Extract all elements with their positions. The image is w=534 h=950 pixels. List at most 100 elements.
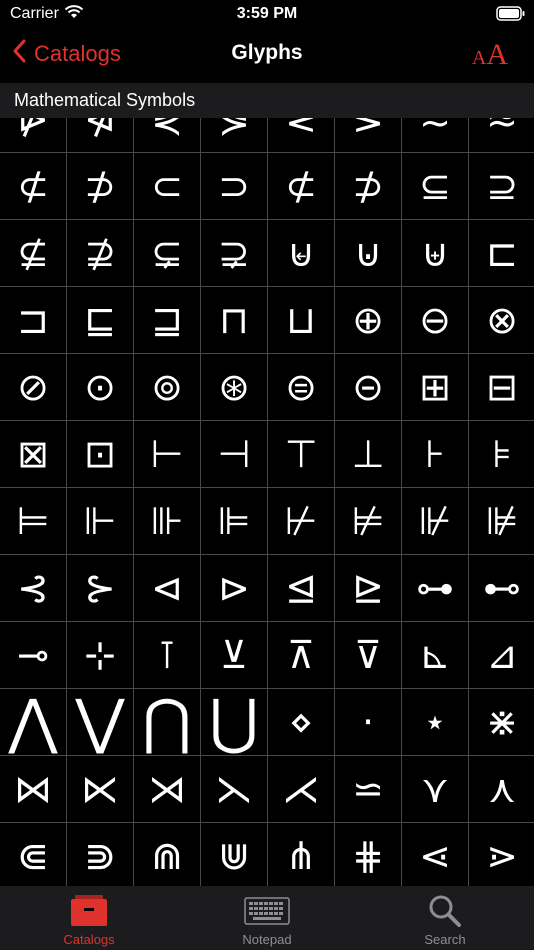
glyph-cell[interactable]: ⊣ — [201, 421, 267, 487]
glyph-cell[interactable]: ⋀ — [0, 689, 66, 755]
glyph-cell[interactable]: ⊪ — [134, 488, 200, 554]
glyph-cell[interactable]: ⊈ — [0, 220, 66, 286]
glyph-cell[interactable]: ⊐ — [0, 287, 66, 353]
font-size-button[interactable]: AA — [472, 38, 508, 72]
glyph-cell[interactable]: ⋕ — [335, 823, 401, 886]
glyph-cell[interactable]: ⊤ — [268, 421, 334, 487]
glyph-cell[interactable]: ⊞ — [402, 354, 468, 420]
glyph-cell[interactable]: ⊼ — [268, 622, 334, 688]
glyph-cell[interactable]: ⊢ — [134, 421, 200, 487]
glyph-cell[interactable]: ⊇ — [469, 153, 534, 219]
glyph-cell[interactable]: ⊺ — [134, 622, 200, 688]
glyph-cell[interactable]: ⊻ — [201, 622, 267, 688]
tab-search[interactable]: Search — [356, 886, 534, 950]
glyph-cell[interactable]: ⊫ — [201, 488, 267, 554]
glyph-cell[interactable]: ⊧ — [469, 421, 534, 487]
glyph-cell[interactable]: ⊋ — [201, 220, 267, 286]
glyph-cell[interactable]: ⋍ — [335, 756, 401, 822]
glyph-cell[interactable]: ⊬ — [268, 488, 334, 554]
glyph-cell[interactable]: ⊷ — [469, 555, 534, 621]
glyph-cell[interactable]: ⊹ — [67, 622, 133, 688]
glyph-cell[interactable]: ⋖ — [402, 823, 468, 886]
glyph-cell[interactable]: ⊉ — [67, 220, 133, 286]
glyph-cell[interactable]: ⊮ — [402, 488, 468, 554]
glyph-cell[interactable]: ⊊ — [134, 220, 200, 286]
glyph-cell[interactable]: ⊅ — [335, 153, 401, 219]
glyph-cell[interactable]: ⊥ — [335, 421, 401, 487]
glyph-cell[interactable]: ⊡ — [67, 421, 133, 487]
glyph-cell[interactable]: ⋆ — [402, 689, 468, 755]
glyph-cell[interactable]: ⋞ — [134, 118, 200, 152]
glyph-cell[interactable]: ⋓ — [201, 823, 267, 886]
glyph-cell[interactable]: ⊑ — [67, 287, 133, 353]
glyph-cell[interactable]: ⊘ — [0, 354, 66, 420]
glyph-cell[interactable]: ⊵ — [335, 555, 401, 621]
tab-catalogs[interactable]: Catalogs — [0, 886, 178, 950]
glyph-cell[interactable]: ⊌ — [268, 220, 334, 286]
glyph-grid-viewport[interactable]: ⋫ ⋪ ⋞ ⋟ ⋜ ⋝ ≂ ≈ ⊄ ⊅ ⊂ ⊃ ⊄ ⊅ ⊆ ⊇ ⊈ ⊉ ⊊ ⊋ ⊌ ⊍ ⊎ ⊏ ⊐ ⊑ ⊒ ⊓ ⊔ ⊕ ⊖ ⊗ ⊘ ⊙ ⊚ ⊛ ⊜ ⊝ ⊞ ⊟… — [0, 118, 534, 886]
glyph-cell[interactable]: ⋇ — [469, 689, 534, 755]
glyph-cell[interactable]: ⊟ — [469, 354, 534, 420]
glyph-cell[interactable]: ⊲ — [134, 555, 200, 621]
glyph-cell[interactable]: ⋝ — [335, 118, 401, 152]
glyph-cell[interactable]: ⊠ — [0, 421, 66, 487]
glyph-cell[interactable]: ⋈ — [0, 756, 66, 822]
glyph-cell[interactable]: ⋑ — [67, 823, 133, 886]
glyph-cell[interactable]: ⊭ — [335, 488, 401, 554]
glyph-cell[interactable]: ⊯ — [469, 488, 534, 554]
glyph-cell[interactable]: ⊝ — [335, 354, 401, 420]
glyph-cell[interactable]: ⊛ — [201, 354, 267, 420]
glyph-cell[interactable]: ⊒ — [134, 287, 200, 353]
glyph-cell[interactable]: ⊗ — [469, 287, 534, 353]
glyph-cell[interactable]: ⋜ — [268, 118, 334, 152]
glyph-cell[interactable]: ⊏ — [469, 220, 534, 286]
glyph-cell[interactable]: ⋊ — [134, 756, 200, 822]
glyph-cell[interactable]: ⊓ — [201, 287, 267, 353]
glyph-cell[interactable]: ⊿ — [469, 622, 534, 688]
glyph-cell[interactable]: ⊾ — [402, 622, 468, 688]
tab-notepad[interactable]: Notepad — [178, 886, 356, 950]
glyph-cell[interactable]: ⊳ — [201, 555, 267, 621]
glyph-cell[interactable]: ⊜ — [268, 354, 334, 420]
glyph-cell[interactable]: ⋌ — [268, 756, 334, 822]
glyph-cell[interactable]: ⊄ — [268, 153, 334, 219]
glyph-cell[interactable]: ⊽ — [335, 622, 401, 688]
glyph-cell[interactable]: ⋏ — [469, 756, 534, 822]
glyph-cell[interactable]: ⋒ — [134, 823, 200, 886]
glyph-cell[interactable]: ≈ — [469, 118, 534, 152]
glyph-cell[interactable]: ⋄ — [268, 689, 334, 755]
glyph-cell[interactable]: ⋗ — [469, 823, 534, 886]
glyph-cell[interactable]: ⋋ — [201, 756, 267, 822]
glyph-cell[interactable]: ⊱ — [67, 555, 133, 621]
glyph-cell[interactable]: ⊎ — [402, 220, 468, 286]
glyph-cell[interactable]: ⋉ — [67, 756, 133, 822]
glyph-cell[interactable]: ⊃ — [201, 153, 267, 219]
glyph-cell[interactable]: ⊕ — [335, 287, 401, 353]
glyph-cell[interactable]: ⊨ — [0, 488, 66, 554]
glyph-cell[interactable]: ⊴ — [268, 555, 334, 621]
glyph-cell[interactable]: ⊰ — [0, 555, 66, 621]
glyph-cell[interactable]: ⋐ — [0, 823, 66, 886]
glyph-cell[interactable]: ⋃ — [201, 689, 267, 755]
glyph-cell[interactable]: ⊚ — [134, 354, 200, 420]
glyph-cell[interactable]: ⊆ — [402, 153, 468, 219]
glyph-cell[interactable]: ⋂ — [134, 689, 200, 755]
glyph-cell[interactable]: ⊙ — [67, 354, 133, 420]
glyph-cell[interactable]: ⋔ — [268, 823, 334, 886]
glyph-cell[interactable]: ⋅ — [335, 689, 401, 755]
glyph-cell[interactable]: ⊍ — [335, 220, 401, 286]
glyph-cell[interactable]: ⊩ — [67, 488, 133, 554]
glyph-cell[interactable]: ⋫ — [0, 118, 66, 152]
glyph-cell[interactable]: ⊅ — [67, 153, 133, 219]
glyph-cell[interactable]: ⊖ — [402, 287, 468, 353]
glyph-cell[interactable]: ⊂ — [134, 153, 200, 219]
glyph-cell[interactable]: ⋁ — [67, 689, 133, 755]
glyph-cell[interactable]: ≂ — [402, 118, 468, 152]
glyph-cell[interactable]: ⋪ — [67, 118, 133, 152]
glyph-cell[interactable]: ⊄ — [0, 153, 66, 219]
glyph-cell[interactable]: ⊶ — [402, 555, 468, 621]
glyph-cell[interactable]: ⊸ — [0, 622, 66, 688]
glyph-cell[interactable]: ⊔ — [268, 287, 334, 353]
glyph-cell[interactable]: ⊦ — [402, 421, 468, 487]
glyph-cell[interactable]: ⋎ — [402, 756, 468, 822]
